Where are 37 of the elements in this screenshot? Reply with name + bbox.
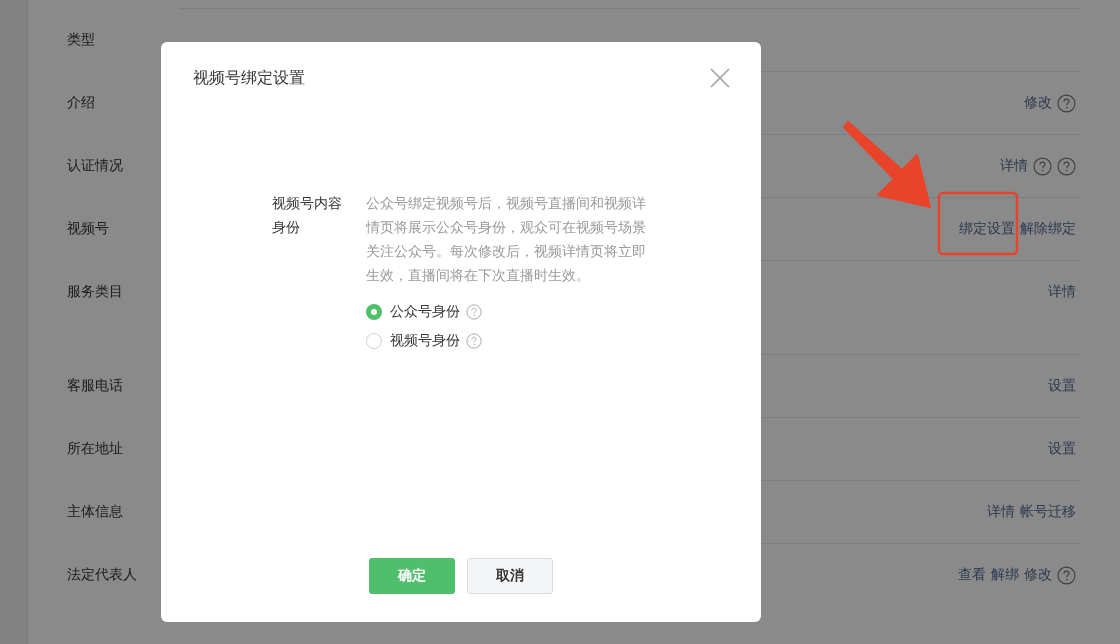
row-label: 所在地址 (67, 439, 124, 458)
close-icon[interactable] (709, 67, 731, 89)
help-icon[interactable] (466, 303, 482, 320)
row-label: 视频号 (67, 219, 110, 238)
action-link[interactable]: 解绑 (991, 566, 1019, 584)
help-icon[interactable] (1033, 156, 1052, 176)
action-link[interactable]: 设置 (1048, 377, 1076, 395)
action-link[interactable]: 修改 (1024, 94, 1052, 112)
action-link[interactable]: 绑定设置 (959, 220, 1015, 238)
action-link[interactable]: 设置 (1048, 440, 1076, 458)
action-link[interactable]: 查看 (958, 566, 986, 584)
action-link[interactable]: 详情 (987, 503, 1015, 521)
field-label: 视频号内容身份 (272, 194, 343, 237)
row-label: 介绍 (67, 93, 96, 112)
help-icon[interactable] (466, 332, 482, 349)
radio-button[interactable] (366, 332, 382, 349)
help-icon[interactable] (1057, 565, 1076, 585)
option-label[interactable]: 公众号身份 (390, 302, 460, 321)
dialog-title: 视频号绑定设置 (193, 67, 305, 89)
cancel-button[interactable]: 取消 (467, 558, 553, 594)
help-icon[interactable] (1057, 93, 1076, 113)
row-label: 认证情况 (67, 156, 124, 175)
action-link[interactable]: 帐号迁移 (1020, 503, 1076, 521)
row-label: 主体信息 (67, 502, 124, 521)
row-label: 客服电话 (67, 376, 124, 395)
row-label: 类型 (67, 30, 96, 49)
radio-button[interactable] (366, 303, 382, 320)
action-link[interactable]: 详情 (1048, 283, 1076, 301)
row-label: 法定代表人 (67, 565, 138, 584)
action-link[interactable]: 详情 (1000, 157, 1028, 175)
action-link[interactable]: 解除绑定 (1020, 220, 1076, 238)
help-icon[interactable] (1057, 156, 1076, 176)
row-label: 服务类目 (67, 282, 124, 301)
description-text: 公众号绑定视频号后，视频号直播间和视频详情页将展示公众号身份，观众可在视频号场景关注公众号。每次修改后，视频详情页将立即生效，直播间将在下次直播时生效。 (366, 194, 647, 285)
confirm-button[interactable]: 确定 (369, 558, 455, 594)
option-label[interactable]: 视频号身份 (390, 331, 460, 350)
action-link[interactable]: 修改 (1024, 566, 1052, 584)
